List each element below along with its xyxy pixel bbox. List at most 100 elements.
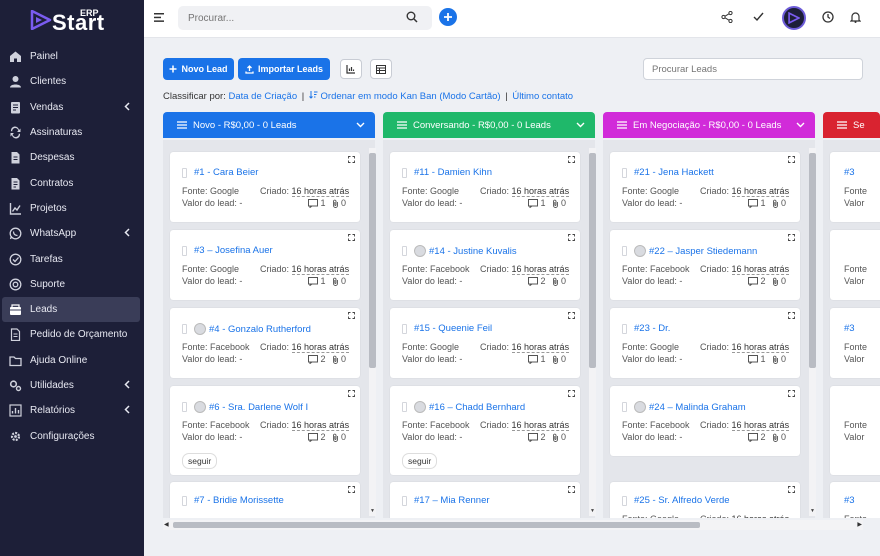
drag-handle-icon[interactable] bbox=[622, 167, 627, 178]
expand-icon[interactable] bbox=[788, 233, 795, 243]
lead-card[interactable]: Fonte Valor bbox=[830, 230, 880, 300]
drag-handle-icon[interactable] bbox=[622, 323, 627, 334]
column-header[interactable]: Novo - R$0,00 - 0 Leads bbox=[163, 112, 375, 138]
lead-title[interactable]: #15 - Queenie Feil bbox=[402, 323, 492, 334]
lead-title[interactable]: #25 - Sr. Alfredo Verde bbox=[622, 495, 730, 506]
chevron-down-icon[interactable] bbox=[796, 120, 805, 131]
horizontal-scrollbar[interactable]: ◀ ▶ bbox=[163, 520, 863, 530]
column-header[interactable]: Se bbox=[823, 112, 880, 138]
sidebar-item-assinaturas[interactable]: Assinaturas bbox=[0, 120, 144, 145]
drag-handle-icon[interactable] bbox=[622, 495, 627, 506]
checkmark-icon[interactable] bbox=[753, 11, 764, 22]
search-icon[interactable] bbox=[406, 11, 418, 23]
drag-handle-icon[interactable] bbox=[402, 167, 407, 178]
sidebar-item-tarefas[interactable]: Tarefas bbox=[0, 246, 144, 271]
drag-handle-icon[interactable] bbox=[402, 323, 407, 334]
sidebar-item-relatórios[interactable]: Relatórios bbox=[0, 398, 144, 423]
lead-card[interactable]: #21 - Jena Hackett Fonte: Google Valor do … bbox=[610, 152, 800, 222]
expand-icon[interactable] bbox=[568, 155, 575, 165]
lead-card[interactable]: #6 - Sra. Darlene Wolf I Fonte: Facebook V… bbox=[170, 386, 360, 475]
column-header[interactable]: Em Negociação - R$0,00 - 0 Leads bbox=[603, 112, 815, 138]
share-icon[interactable] bbox=[721, 11, 733, 23]
sidebar-item-configuraç-es[interactable]: Configurações bbox=[0, 423, 144, 448]
sidebar-item-whatsapp[interactable]: WhatsApp bbox=[0, 221, 144, 246]
lead-title[interactable]: #6 - Sra. Darlene Wolf I bbox=[182, 401, 308, 413]
sort-by-last-contact-link[interactable]: Último contato bbox=[512, 91, 573, 102]
hamburger-menu-icon[interactable] bbox=[154, 13, 164, 22]
expand-icon[interactable] bbox=[348, 485, 355, 495]
expand-icon[interactable] bbox=[348, 389, 355, 399]
sidebar-item-ajuda-online[interactable]: Ajuda Online bbox=[0, 348, 144, 373]
lead-title[interactable]: #3 – Josefina Auer bbox=[182, 245, 273, 256]
quick-add-button[interactable] bbox=[439, 8, 457, 26]
expand-icon[interactable] bbox=[788, 311, 795, 321]
lead-title[interactable]: #21 - Jena Hackett bbox=[622, 167, 714, 178]
column-header[interactable]: Conversando - R$0,00 - 0 Leads bbox=[383, 112, 595, 138]
leads-search-input[interactable] bbox=[643, 58, 863, 80]
drag-handle-icon[interactable] bbox=[182, 245, 187, 256]
drag-handle-icon[interactable] bbox=[402, 495, 407, 506]
user-avatar[interactable] bbox=[782, 6, 806, 30]
lead-title[interactable]: #22 – Jasper Stiedemann bbox=[622, 245, 757, 257]
lead-card[interactable]: #11 - Damien Kihn Fonte: Google Valor do l… bbox=[390, 152, 580, 222]
lead-card[interactable]: #23 - Dr. Fonte: Google Valor do lead: - Cr… bbox=[610, 308, 800, 378]
lead-tag[interactable]: seguir bbox=[402, 453, 438, 469]
lead-card[interactable]: #17 – Mia Renner bbox=[390, 482, 580, 518]
lead-card[interactable]: #1 - Cara Beier Fonte: Google Valor do lea… bbox=[170, 152, 360, 222]
sidebar-item-projetos[interactable]: Projetos bbox=[0, 196, 144, 221]
drag-handle-icon[interactable] bbox=[182, 324, 187, 334]
horizontal-scrollbar-thumb[interactable] bbox=[173, 522, 700, 528]
global-search-input[interactable] bbox=[178, 6, 432, 30]
column-scrollbar-thumb[interactable] bbox=[589, 153, 596, 368]
column-scrollbar[interactable]: ▼ bbox=[369, 148, 376, 516]
column-scrollbar[interactable]: ▼ bbox=[809, 148, 816, 516]
lead-title[interactable]: #24 – Malinda Graham bbox=[622, 401, 746, 413]
new-lead-button[interactable]: Novo Lead bbox=[163, 58, 234, 80]
expand-icon[interactable] bbox=[568, 389, 575, 399]
lead-card[interactable]: #15 - Queenie Feil Fonte: Google Valor do … bbox=[390, 308, 580, 378]
expand-icon[interactable] bbox=[348, 311, 355, 321]
chevron-down-icon[interactable] bbox=[356, 120, 365, 131]
kanban-mode-link[interactable]: Ordenar em modo Kan Ban (Modo Cartão) bbox=[321, 91, 501, 102]
lead-title[interactable]: #1 - Cara Beier bbox=[182, 167, 258, 178]
drag-handle-icon[interactable] bbox=[402, 246, 407, 256]
drag-handle-icon[interactable] bbox=[402, 402, 407, 412]
expand-icon[interactable] bbox=[568, 233, 575, 243]
sort-by-date-link[interactable]: Data de Criação bbox=[228, 91, 297, 102]
lead-tag[interactable]: seguir bbox=[182, 453, 218, 469]
lead-card[interactable]: #24 – Malinda Graham Fonte: Facebook Valor… bbox=[610, 386, 800, 456]
sidebar-item-utilidades[interactable]: Utilidades bbox=[0, 373, 144, 398]
expand-icon[interactable] bbox=[788, 155, 795, 165]
lead-card[interactable]: #16 – Chadd Bernhard Fonte: Facebook Valor… bbox=[390, 386, 580, 475]
expand-icon[interactable] bbox=[788, 485, 795, 495]
sidebar-item-clientes[interactable]: Clientes bbox=[0, 69, 144, 94]
drag-handle-icon[interactable] bbox=[182, 495, 187, 506]
sidebar-item-vendas[interactable]: Vendas bbox=[0, 95, 144, 120]
lead-card[interactable]: #4 - Gonzalo Rutherford Fonte: Facebook Va… bbox=[170, 308, 360, 378]
erp-start-logo[interactable]: Start ERP bbox=[30, 6, 114, 35]
lead-title[interactable]: #3 bbox=[844, 167, 855, 178]
lead-card[interactable]: #7 - Bridie Morissette bbox=[170, 482, 360, 518]
lead-card[interactable]: #25 - Sr. Alfredo Verde Fonte: Google Cria… bbox=[610, 482, 800, 518]
chevron-down-icon[interactable] bbox=[576, 120, 585, 131]
lead-title[interactable]: #17 – Mia Renner bbox=[402, 495, 490, 506]
lead-card[interactable]: #3FonteValor bbox=[830, 482, 880, 518]
lead-card[interactable]: #14 - Justine Kuvalis Fonte: Facebook Valo… bbox=[390, 230, 580, 300]
lead-card[interactable]: #22 – Jasper Stiedemann Fonte: Facebook Va… bbox=[610, 230, 800, 300]
lead-title[interactable]: #11 - Damien Kihn bbox=[402, 167, 492, 178]
sidebar-item-despesas[interactable]: Despesas bbox=[0, 145, 144, 170]
lead-card[interactable]: #3FonteValor bbox=[830, 308, 880, 378]
column-scrollbar-thumb[interactable] bbox=[809, 153, 816, 368]
expand-icon[interactable] bbox=[568, 311, 575, 321]
lead-card[interactable]: Fonte Valor bbox=[830, 386, 880, 475]
clock-icon[interactable] bbox=[822, 11, 834, 23]
lead-title[interactable]: #14 - Justine Kuvalis bbox=[402, 245, 517, 257]
lead-title[interactable]: #16 – Chadd Bernhard bbox=[402, 401, 525, 413]
notifications-bell-icon[interactable] bbox=[850, 11, 861, 23]
expand-icon[interactable] bbox=[788, 389, 795, 399]
drag-handle-icon[interactable] bbox=[182, 167, 187, 178]
sidebar-item-suporte[interactable]: Suporte bbox=[0, 272, 144, 297]
sidebar-item-leads[interactable]: Leads bbox=[2, 296, 140, 323]
sidebar-item-pedido-de-orçamento[interactable]: Pedido de Orçamento bbox=[0, 322, 144, 347]
lead-title[interactable]: #3 bbox=[844, 323, 855, 334]
